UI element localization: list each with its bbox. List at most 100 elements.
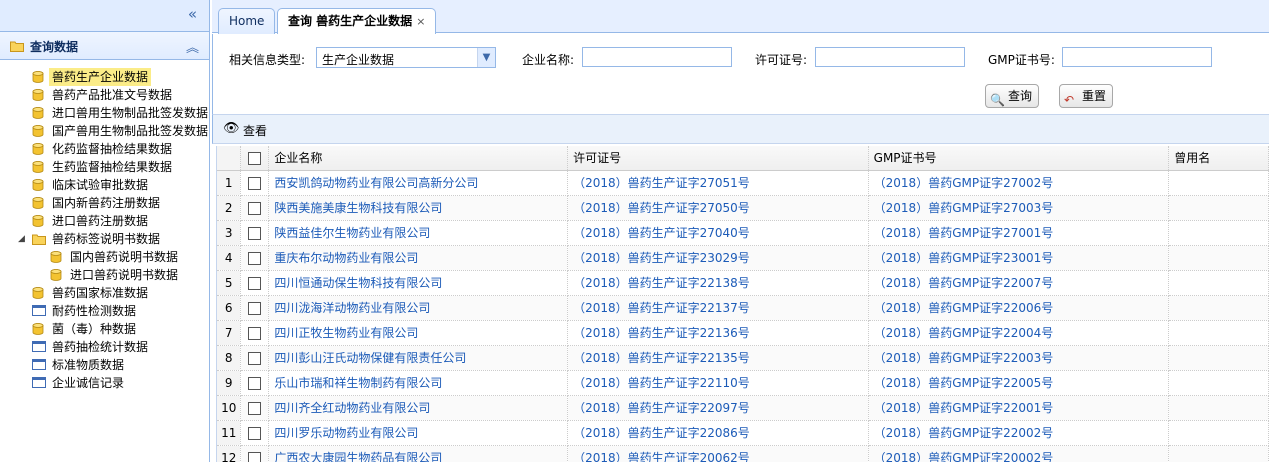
cell-license-number[interactable]: （2018）兽药生产证字27051号 <box>567 170 869 196</box>
cell-gmp-number[interactable]: （2018）兽药GMP证字22006号 <box>868 295 1170 321</box>
row-checkbox[interactable] <box>248 426 262 440</box>
row-checkbox[interactable] <box>248 201 262 215</box>
cell-license-number[interactable]: （2018）兽药生产证字22086号 <box>567 420 869 446</box>
tab-home[interactable]: Home <box>218 8 276 34</box>
tree-item[interactable]: 兽药抽检统计数据 <box>0 338 209 356</box>
cell-gmp-number[interactable]: （2018）兽药GMP证字20002号 <box>868 445 1170 462</box>
tree-item[interactable]: 兽药生产企业数据 <box>0 68 209 86</box>
row-checkbox-cell[interactable] <box>240 320 270 346</box>
tree-item[interactable]: 国内兽药说明书数据 <box>0 248 209 266</box>
row-checkbox[interactable] <box>248 176 262 190</box>
tree-item[interactable]: 国内新兽药注册数据 <box>0 194 209 212</box>
cell-gmp-number[interactable]: （2018）兽药GMP证字27001号 <box>868 220 1170 246</box>
select-all-checkbox-cell[interactable] <box>240 146 270 171</box>
info-type-select[interactable]: 生产企业数据 ▼ <box>316 47 496 68</box>
table-row[interactable]: 11 四川罗乐动物药业有限公司 （2018）兽药生产证字22086号 （2018）兽药… <box>217 420 1269 446</box>
row-checkbox-cell[interactable] <box>240 245 270 271</box>
cell-company-name[interactable]: 重庆布尔动物药业有限公司 <box>268 245 569 271</box>
close-tab-icon[interactable]: × <box>416 15 425 28</box>
tree-item[interactable]: 企业诚信记录 <box>0 374 209 392</box>
cell-gmp-number[interactable]: （2018）兽药GMP证字23001号 <box>868 245 1170 271</box>
cell-company-name[interactable]: 四川彭山汪氏动物保健有限责任公司 <box>268 345 569 371</box>
tree-item[interactable]: 国产兽用生物制品批签发数据 <box>0 122 209 140</box>
cell-gmp-number[interactable]: （2018）兽药GMP证字27003号 <box>868 195 1170 221</box>
cell-gmp-number[interactable]: （2018）兽药GMP证字22001号 <box>868 395 1170 421</box>
cell-company-name[interactable]: 四川恒通动保生物科技有限公司 <box>268 270 569 296</box>
row-checkbox-cell[interactable] <box>240 170 270 196</box>
tree-item[interactable]: 兽药产品批准文号数据 <box>0 86 209 104</box>
table-row[interactable]: 6 四川泷海洋动物药业有限公司 （2018）兽药生产证字22137号 （2018）兽药… <box>217 295 1269 321</box>
table-row[interactable]: 10 四川齐全红动物药业有限公司 （2018）兽药生产证字22097号 （2018）兽… <box>217 395 1269 421</box>
table-row[interactable]: 5 四川恒通动保生物科技有限公司 （2018）兽药生产证字22138号 （2018）兽… <box>217 270 1269 296</box>
row-checkbox[interactable] <box>248 351 262 365</box>
cell-company-name[interactable]: 西安凯鸽动物药业有限公司高新分公司 <box>268 170 569 196</box>
row-checkbox-cell[interactable] <box>240 345 270 371</box>
tree-item[interactable]: 兽药国家标准数据 <box>0 284 209 302</box>
row-checkbox-cell[interactable] <box>240 395 270 421</box>
cell-company-name[interactable]: 四川泷海洋动物药业有限公司 <box>268 295 569 321</box>
row-checkbox-cell[interactable] <box>240 220 270 246</box>
cell-license-number[interactable]: （2018）兽药生产证字27050号 <box>567 195 869 221</box>
cell-gmp-number[interactable]: （2018）兽药GMP证字22003号 <box>868 345 1170 371</box>
cell-license-number[interactable]: （2018）兽药生产证字22136号 <box>567 320 869 346</box>
cell-license-number[interactable]: （2018）兽药生产证字22137号 <box>567 295 869 321</box>
cell-gmp-number[interactable]: （2018）兽药GMP证字22004号 <box>868 320 1170 346</box>
cell-gmp-number[interactable]: （2018）兽药GMP证字22007号 <box>868 270 1170 296</box>
cell-company-name[interactable]: 陕西美施美康生物科技有限公司 <box>268 195 569 221</box>
table-row[interactable]: 3 陕西益佳尔生物药业有限公司 （2018）兽药生产证字27040号 （2018）兽药… <box>217 220 1269 246</box>
row-checkbox-cell[interactable] <box>240 445 270 462</box>
cell-license-number[interactable]: （2018）兽药生产证字22135号 <box>567 345 869 371</box>
table-row[interactable]: 4 重庆布尔动物药业有限公司 （2018）兽药生产证字23029号 （2018）兽药G… <box>217 245 1269 271</box>
cell-license-number[interactable]: （2018）兽药生产证字22097号 <box>567 395 869 421</box>
row-checkbox-cell[interactable] <box>240 295 270 321</box>
accordion-header-query-data[interactable]: 查询数据 ︽ <box>0 32 209 60</box>
cell-license-number[interactable]: （2018）兽药生产证字23029号 <box>567 245 869 271</box>
view-button[interactable]: 查看 <box>243 122 267 139</box>
table-row[interactable]: 2 陕西美施美康生物科技有限公司 （2018）兽药生产证字27050号 （2018）兽… <box>217 195 1269 221</box>
company-name-input[interactable] <box>582 47 732 67</box>
tree-item[interactable]: 生药监督抽检结果数据 <box>0 158 209 176</box>
table-row[interactable]: 8 四川彭山汪氏动物保健有限责任公司 （2018）兽药生产证字22135号 （2018… <box>217 345 1269 371</box>
row-checkbox[interactable] <box>248 276 262 290</box>
cell-company-name[interactable]: 四川正牧生物药业有限公司 <box>268 320 569 346</box>
tree-item[interactable]: 进口兽用生物制品批签发数据 <box>0 104 209 122</box>
row-checkbox[interactable] <box>248 451 262 462</box>
column-header-company[interactable]: 企业名称 <box>268 146 569 171</box>
cell-license-number[interactable]: （2018）兽药生产证字20062号 <box>567 445 869 462</box>
row-checkbox[interactable] <box>248 226 262 240</box>
cell-license-number[interactable]: （2018）兽药生产证字27040号 <box>567 220 869 246</box>
row-checkbox-cell[interactable] <box>240 370 270 396</box>
select-all-checkbox[interactable] <box>248 151 262 165</box>
column-header-gmp[interactable]: GMP证书号 <box>868 146 1170 171</box>
table-row[interactable]: 12 广西农大康园生物药品有限公司 （2018）兽药生产证字20062号 （2018）… <box>217 445 1269 462</box>
cell-company-name[interactable]: 四川齐全红动物药业有限公司 <box>268 395 569 421</box>
row-checkbox[interactable] <box>248 251 262 265</box>
cell-gmp-number[interactable]: （2018）兽药GMP证字22002号 <box>868 420 1170 446</box>
collapse-left-icon[interactable]: « <box>188 6 197 22</box>
cell-company-name[interactable]: 广西农大康园生物药品有限公司 <box>268 445 569 462</box>
cell-gmp-number[interactable]: （2018）兽药GMP证字22005号 <box>868 370 1170 396</box>
license-number-input[interactable] <box>815 47 965 67</box>
row-checkbox[interactable] <box>248 326 262 340</box>
cell-company-name[interactable]: 四川罗乐动物药业有限公司 <box>268 420 569 446</box>
tree-item[interactable]: ◢ 兽药标签说明书数据 <box>0 230 209 248</box>
table-row[interactable]: 9 乐山市瑞和祥生物制药有限公司 （2018）兽药生产证字22110号 （2018）兽… <box>217 370 1269 396</box>
row-checkbox-cell[interactable] <box>240 420 270 446</box>
cell-license-number[interactable]: （2018）兽药生产证字22110号 <box>567 370 869 396</box>
tree-item[interactable]: 进口兽药说明书数据 <box>0 266 209 284</box>
tree-item[interactable]: 进口兽药注册数据 <box>0 212 209 230</box>
tab-query-producer-data[interactable]: 查询 兽药生产企业数据 × <box>277 8 437 34</box>
reset-button[interactable]: ↶ 重置 <box>1059 84 1114 108</box>
tree-item[interactable]: 临床试验审批数据 <box>0 176 209 194</box>
column-header-former-name[interactable]: 曾用名 <box>1168 146 1269 171</box>
row-checkbox[interactable] <box>248 301 262 315</box>
chevron-up-icon[interactable]: ︽ <box>186 37 199 56</box>
tree-item[interactable]: 化药监督抽检结果数据 <box>0 140 209 158</box>
table-row[interactable]: 1 西安凯鸽动物药业有限公司高新分公司 （2018）兽药生产证字27051号 （201… <box>217 170 1269 196</box>
cell-gmp-number[interactable]: （2018）兽药GMP证字27002号 <box>868 170 1170 196</box>
cell-company-name[interactable]: 乐山市瑞和祥生物制药有限公司 <box>268 370 569 396</box>
cell-company-name[interactable]: 陕西益佳尔生物药业有限公司 <box>268 220 569 246</box>
row-checkbox[interactable] <box>248 376 262 390</box>
tree-item[interactable]: 标准物质数据 <box>0 356 209 374</box>
query-button[interactable]: 🔍 查询 <box>985 84 1040 108</box>
